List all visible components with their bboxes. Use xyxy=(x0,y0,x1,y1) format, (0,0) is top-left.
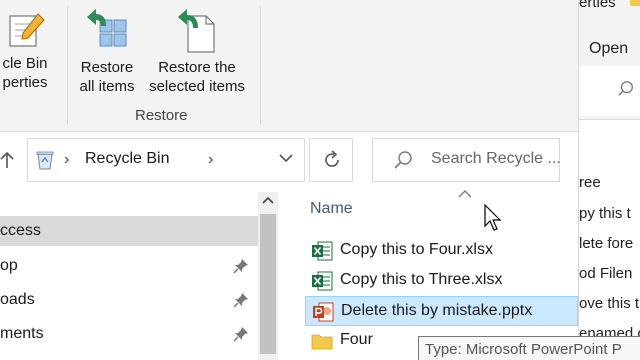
search-icon xyxy=(618,81,633,96)
background-folder-icon xyxy=(630,0,640,6)
refresh-button[interactable] xyxy=(309,138,353,182)
nav-item-quick-access[interactable]: ccess xyxy=(0,216,258,246)
restore-selected-items-button[interactable]: Restore the selected items xyxy=(143,6,251,96)
background-explorer-window: erties Open ree py this t lete fore od F… xyxy=(578,0,640,360)
restore-all-label-1: Restore xyxy=(80,59,134,76)
recycle-bin-properties-button[interactable]: cle Bin perties xyxy=(0,8,58,92)
background-list-item: py this t xyxy=(579,205,631,222)
restore-all-label-2: all items xyxy=(79,78,135,95)
nav-item-downloads[interactable]: oads xyxy=(0,285,258,315)
file-name: Copy this to Four.xlsx xyxy=(340,241,493,258)
nav-item-documents[interactable]: ments xyxy=(0,319,258,349)
file-tooltip: Type: Microsoft PowerPoint P xyxy=(418,336,640,360)
background-open-button[interactable]: Open xyxy=(589,40,628,58)
scrollbar-thumb[interactable] xyxy=(260,214,276,354)
file-name: Copy this to Three.xlsx xyxy=(340,271,503,288)
file-row-selected[interactable]: Delete this by mistake.pptx xyxy=(305,296,578,326)
chevron-down-icon[interactable] xyxy=(276,147,296,169)
powerpoint-file-icon xyxy=(313,302,334,322)
excel-file-icon xyxy=(312,271,333,291)
sort-ascending-icon xyxy=(458,190,472,198)
file-name: Four xyxy=(340,331,373,348)
search-placeholder: Search Recycle ... xyxy=(431,150,561,167)
excel-file-icon xyxy=(312,241,333,261)
recycle-bin-properties-icon xyxy=(9,13,45,47)
recycle-bin-properties-label-1: cle Bin xyxy=(2,55,48,72)
nav-item-label: op xyxy=(0,257,18,274)
ribbon-divider xyxy=(260,6,261,124)
nav-item-desktop[interactable]: op xyxy=(0,251,258,281)
file-name: Delete this by mistake.pptx xyxy=(341,302,533,319)
nav-item-label: ccess xyxy=(0,222,41,239)
restore-selected-label-1: Restore the xyxy=(158,59,236,76)
background-search-box[interactable] xyxy=(579,66,640,116)
restore-selected-label-2: selected items xyxy=(149,78,245,95)
nav-scrollbar[interactable] xyxy=(258,192,278,360)
pin-icon xyxy=(233,293,248,308)
recycle-bin-properties-label-2: perties xyxy=(2,74,48,91)
restore-all-icon xyxy=(87,9,127,47)
column-header-name[interactable]: Name xyxy=(310,200,353,218)
pin-icon xyxy=(233,327,248,342)
background-list-item: od Filen xyxy=(579,265,633,282)
breadcrumb-separator-icon[interactable]: › xyxy=(64,151,69,169)
ribbon: cle Bin perties Restore all items Restor… xyxy=(0,0,578,132)
file-row[interactable]: Copy this to Four.xlsx xyxy=(305,236,578,266)
nav-item-label: ments xyxy=(0,325,44,342)
scroll-up-icon[interactable] xyxy=(262,196,274,204)
folder-icon xyxy=(311,334,333,350)
address-bar[interactable]: › Recycle Bin › xyxy=(27,138,305,182)
background-list-item: ree xyxy=(579,174,601,191)
file-row[interactable]: Copy this to Three.xlsx xyxy=(305,266,578,296)
background-list-item: ove this t xyxy=(579,295,640,312)
restore-all-items-button[interactable]: Restore all items xyxy=(72,6,142,96)
up-arrow-icon[interactable] xyxy=(0,151,14,169)
ribbon-group-label: Restore xyxy=(135,107,188,124)
search-icon xyxy=(394,151,412,169)
breadcrumb-recycle-bin[interactable]: Recycle Bin xyxy=(85,150,169,168)
background-properties-label[interactable]: erties xyxy=(579,0,616,11)
search-input[interactable]: Search Recycle ... xyxy=(372,138,561,182)
nav-item-label: oads xyxy=(0,291,35,308)
restore-selected-icon xyxy=(178,9,215,53)
mouse-cursor-icon xyxy=(484,204,502,231)
pin-icon xyxy=(233,259,248,274)
ribbon-divider xyxy=(67,6,68,124)
refresh-icon xyxy=(325,150,339,167)
breadcrumb-separator-icon[interactable]: › xyxy=(208,151,213,169)
recycle-bin-icon xyxy=(36,151,54,170)
background-list-item: lete fore xyxy=(579,235,634,252)
